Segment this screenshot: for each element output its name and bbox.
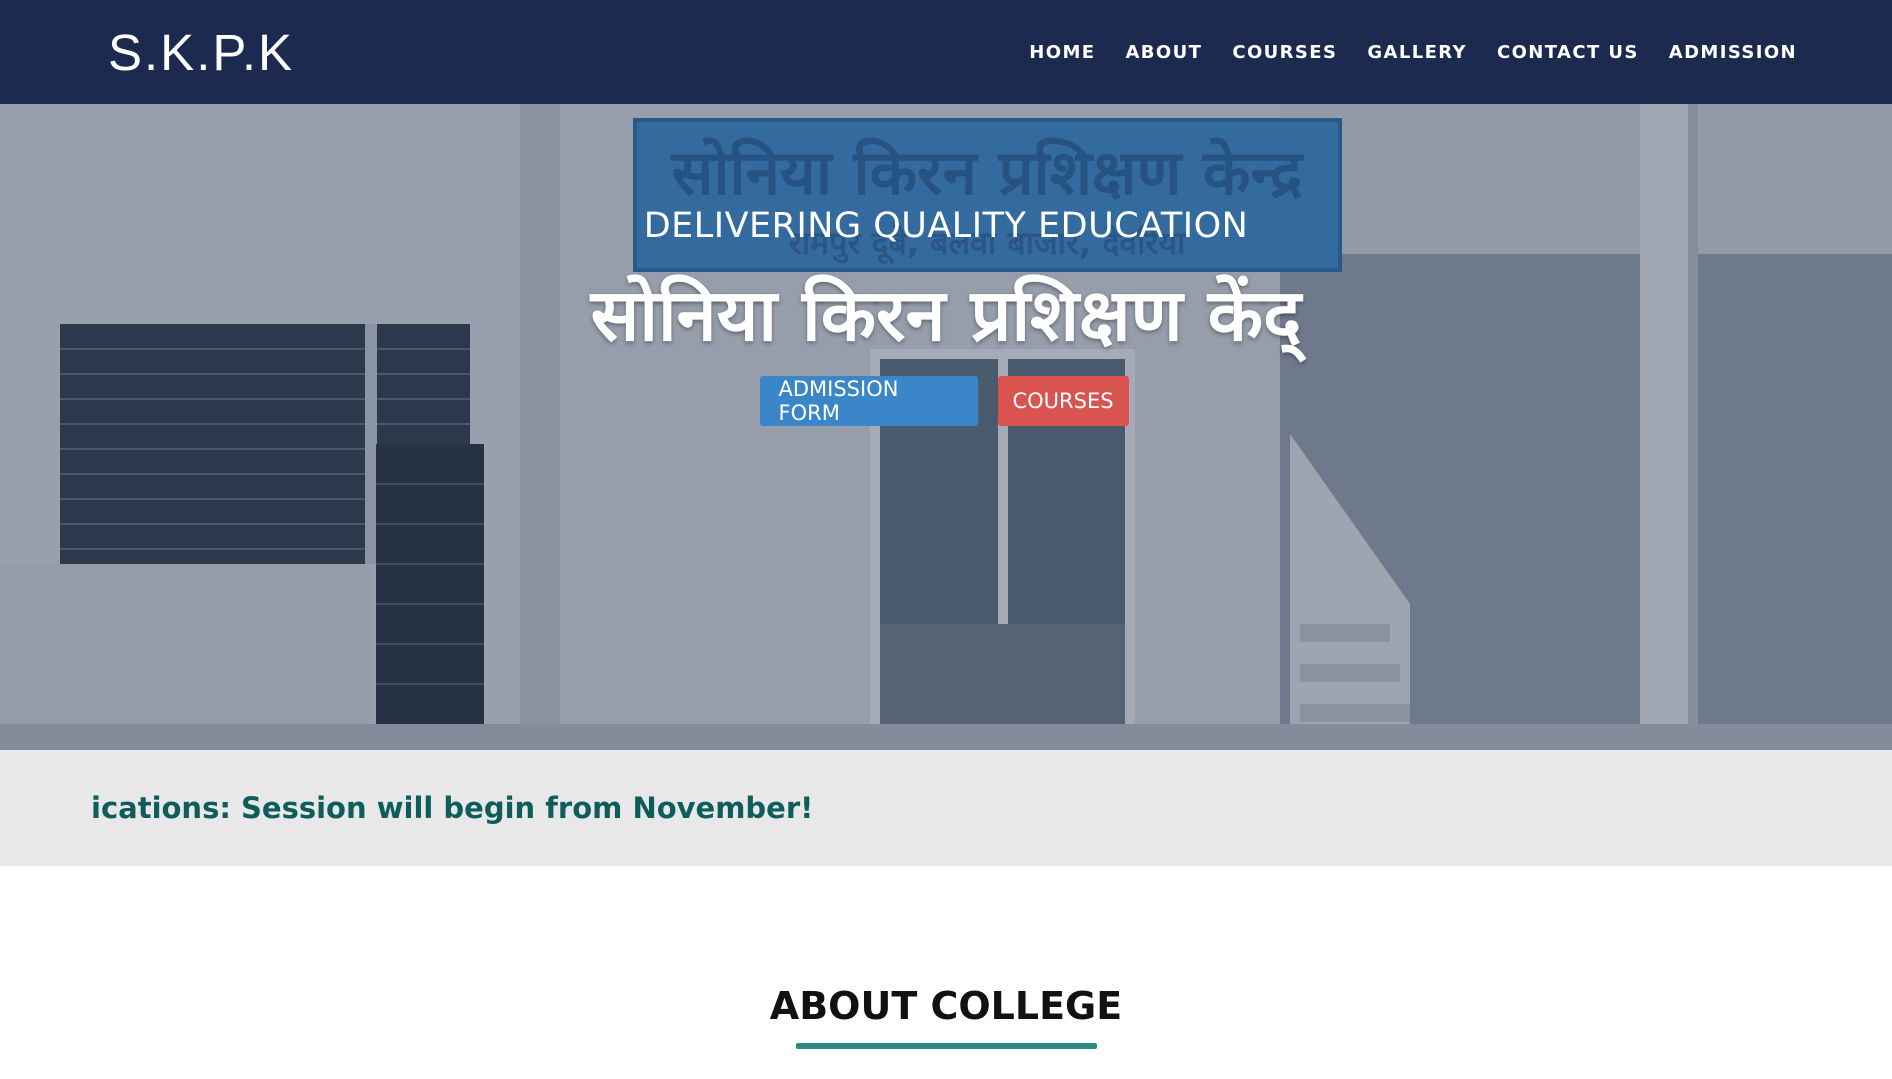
navbar: S.K.P.K HOME ABOUT COURSES GALLERY CONTA… <box>0 0 1892 104</box>
hero-overlay <box>0 104 1892 750</box>
nav-home[interactable]: HOME <box>1029 42 1095 63</box>
notice-text: ications: Session will begin from Novemb… <box>91 791 814 825</box>
hero-button-group: ADMISSION FORM COURSES <box>0 376 1892 426</box>
site-logo[interactable]: S.K.P.K <box>108 23 294 82</box>
about-title-underline <box>796 1043 1097 1049</box>
courses-button[interactable]: COURSES <box>997 376 1129 426</box>
nav-courses[interactable]: COURSES <box>1232 42 1337 63</box>
nav-gallery[interactable]: GALLERY <box>1367 42 1467 63</box>
hero-title: सोनिया किरन प्रशिक्षण केंद् <box>590 273 1302 357</box>
nav-contact-us[interactable]: CONTACT US <box>1497 42 1639 63</box>
hero-tagline: DELIVERING QUALITY EDUCATION <box>643 206 1249 246</box>
nav-about[interactable]: ABOUT <box>1125 42 1202 63</box>
admission-form-button[interactable]: ADMISSION FORM <box>759 376 978 426</box>
notice-ticker: ications: Session will begin from Novemb… <box>0 750 1892 866</box>
about-section: ABOUT COLLEGE <box>0 866 1892 1079</box>
hero-banner: सोनिया किरन प्रशिक्षण केन्द्र रामपुर दूब… <box>0 104 1892 750</box>
about-title: ABOUT COLLEGE <box>769 984 1123 1028</box>
main-nav: HOME ABOUT COURSES GALLERY CONTACT US AD… <box>999 42 1797 63</box>
nav-admission[interactable]: ADMISSION <box>1669 42 1797 63</box>
